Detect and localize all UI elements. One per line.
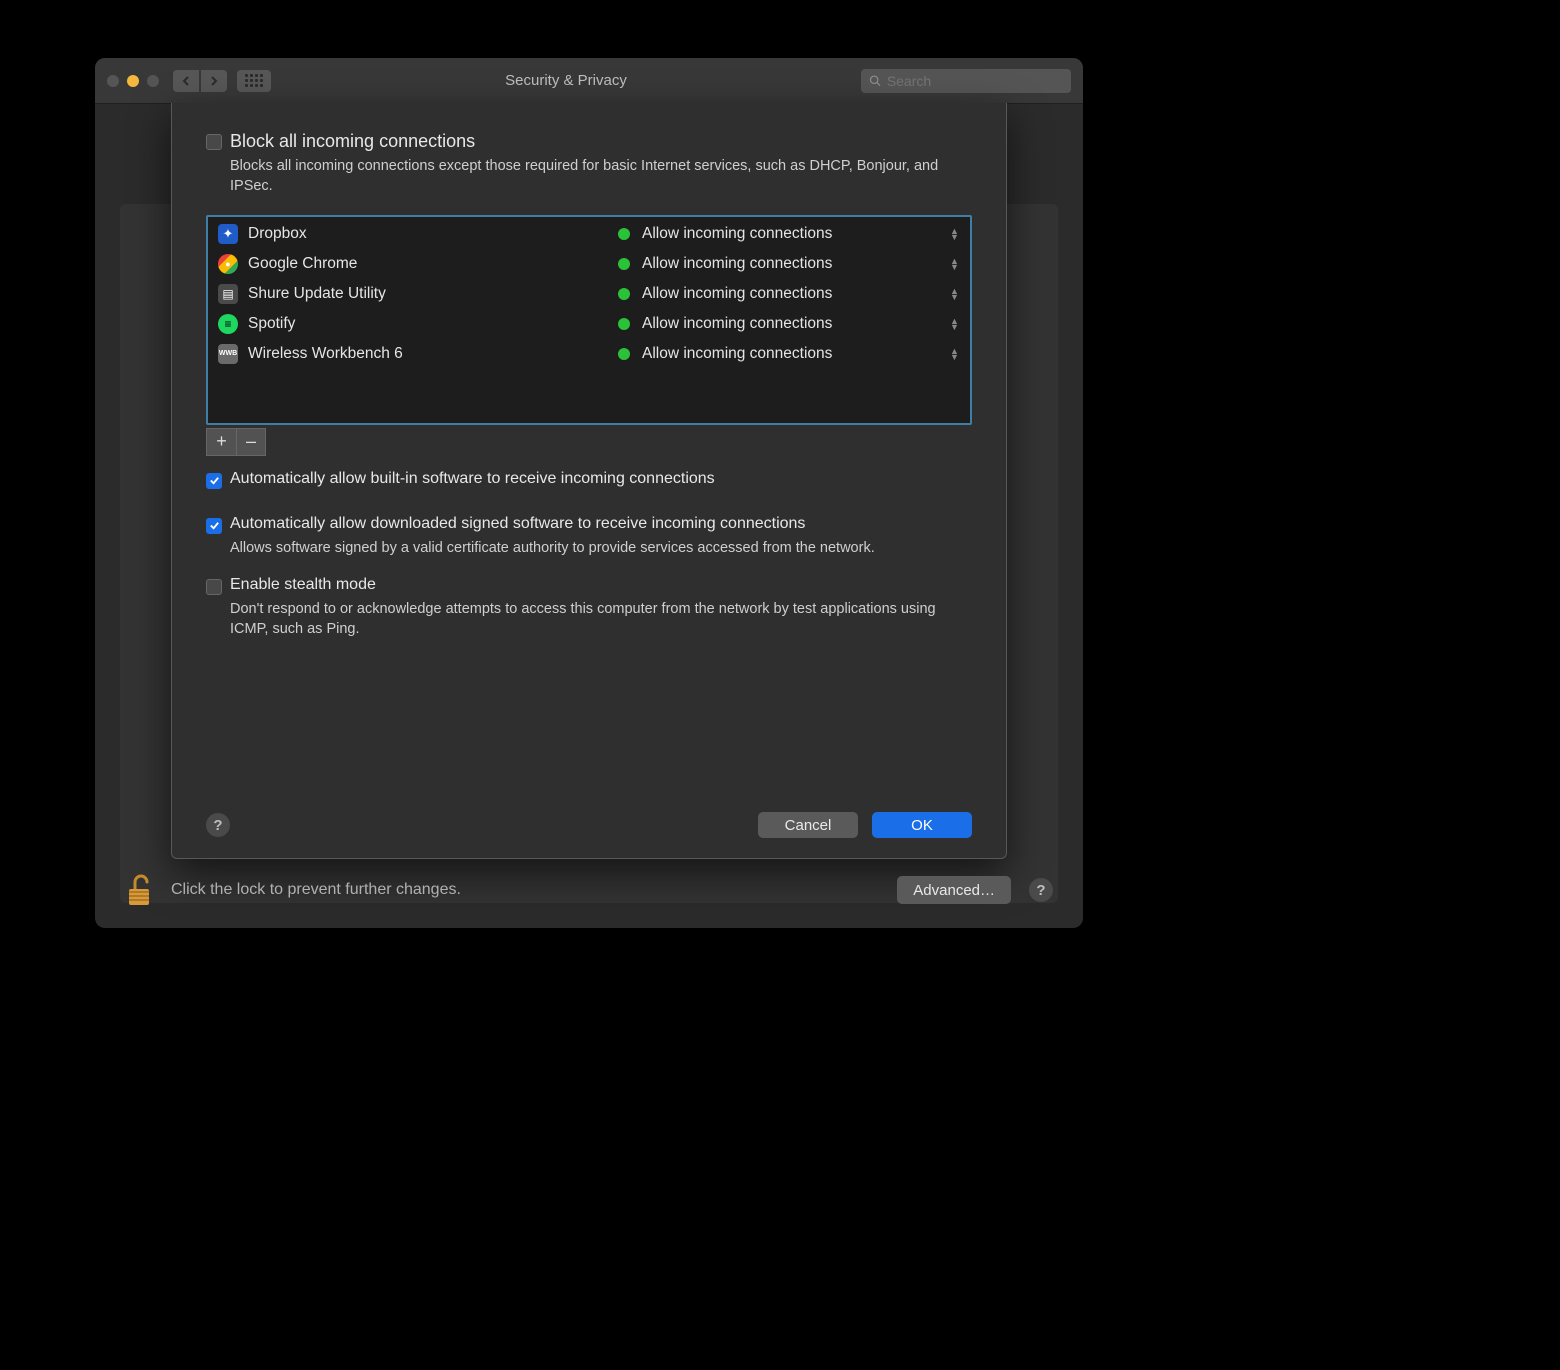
- stealth-label: Enable stealth mode: [230, 576, 376, 594]
- cancel-button[interactable]: Cancel: [758, 812, 858, 838]
- preferences-window: Security & Privacy Block all incoming co…: [95, 58, 1083, 928]
- up-down-icon[interactable]: ▲▼: [950, 348, 960, 360]
- forward-button[interactable]: [201, 70, 227, 92]
- stealth-checkbox[interactable]: [206, 579, 222, 595]
- window-controls: [107, 75, 159, 87]
- app-row[interactable]: WWB Wireless Workbench 6 Allow incoming …: [208, 339, 970, 369]
- add-remove-controls: + –: [206, 428, 972, 456]
- app-row[interactable]: ✦ Dropbox Allow incoming connections ▲▼: [208, 219, 970, 249]
- auto-builtin-option: Automatically allow built-in software to…: [206, 470, 972, 489]
- lock-icon[interactable]: [125, 872, 153, 908]
- status-dot-icon: [618, 228, 630, 240]
- app-status[interactable]: Allow incoming connections: [642, 225, 950, 243]
- app-status[interactable]: Allow incoming connections: [642, 345, 950, 363]
- zoom-dot[interactable]: [147, 75, 159, 87]
- status-dot-icon: [618, 258, 630, 270]
- up-down-icon[interactable]: ▲▼: [950, 228, 960, 240]
- block-all-checkbox[interactable]: [206, 134, 222, 150]
- app-status[interactable]: Allow incoming connections: [642, 315, 950, 333]
- auto-signed-option: Automatically allow downloaded signed so…: [206, 515, 972, 534]
- app-row[interactable]: ● Google Chrome Allow incoming connectio…: [208, 249, 970, 279]
- help-button[interactable]: ?: [206, 813, 230, 837]
- status-dot-icon: [618, 318, 630, 330]
- chevron-right-icon: [209, 76, 219, 86]
- status-dot-icon: [618, 288, 630, 300]
- app-status[interactable]: Allow incoming connections: [642, 285, 950, 303]
- chevron-left-icon: [181, 76, 191, 86]
- window-title: Security & Privacy: [271, 72, 861, 89]
- app-name: Google Chrome: [248, 255, 618, 273]
- show-all-button[interactable]: [237, 70, 271, 92]
- wwb-icon: WWB: [218, 344, 238, 364]
- block-all-label: Block all incoming connections: [230, 131, 475, 152]
- titlebar: Security & Privacy: [95, 58, 1083, 104]
- block-all-description: Blocks all incoming connections except t…: [230, 156, 972, 197]
- check-icon: [209, 475, 220, 486]
- grid-icon: [245, 74, 263, 87]
- app-status[interactable]: Allow incoming connections: [642, 255, 950, 273]
- app-row[interactable]: ▤ Shure Update Utility Allow incoming co…: [208, 279, 970, 309]
- app-name: Shure Update Utility: [248, 285, 618, 303]
- app-name: Wireless Workbench 6: [248, 345, 618, 363]
- shure-icon: ▤: [218, 284, 238, 304]
- sheet-button-row: ? Cancel OK: [206, 812, 972, 838]
- search-icon: [869, 74, 881, 87]
- auto-builtin-label: Automatically allow built-in software to…: [230, 470, 715, 488]
- minimize-dot[interactable]: [127, 75, 139, 87]
- app-name: Dropbox: [248, 225, 618, 243]
- status-dot-icon: [618, 348, 630, 360]
- stealth-description: Don't respond to or acknowledge attempts…: [230, 599, 972, 640]
- up-down-icon[interactable]: ▲▼: [950, 318, 960, 330]
- chrome-icon: ●: [218, 254, 238, 274]
- ok-button[interactable]: OK: [872, 812, 972, 838]
- remove-app-button[interactable]: –: [236, 428, 266, 456]
- up-down-icon[interactable]: ▲▼: [950, 288, 960, 300]
- auto-signed-description: Allows software signed by a valid certif…: [230, 538, 972, 558]
- add-app-button[interactable]: +: [206, 428, 236, 456]
- auto-signed-checkbox[interactable]: [206, 518, 222, 534]
- app-row[interactable]: ≡ Spotify Allow incoming connections ▲▼: [208, 309, 970, 339]
- firewall-options-sheet: Block all incoming connections Blocks al…: [171, 103, 1007, 859]
- dropbox-icon: ✦: [218, 224, 238, 244]
- app-name: Spotify: [248, 315, 618, 333]
- app-list[interactable]: ✦ Dropbox Allow incoming connections ▲▼ …: [206, 215, 972, 425]
- up-down-icon[interactable]: ▲▼: [950, 258, 960, 270]
- close-dot[interactable]: [107, 75, 119, 87]
- search-input[interactable]: [887, 73, 1063, 89]
- footer-help-button[interactable]: ?: [1029, 878, 1053, 902]
- spotify-icon: ≡: [218, 314, 238, 334]
- advanced-button[interactable]: Advanced…: [897, 876, 1011, 904]
- auto-builtin-checkbox[interactable]: [206, 473, 222, 489]
- check-icon: [209, 520, 220, 531]
- content-area: Block all incoming connections Blocks al…: [95, 104, 1083, 928]
- auto-signed-label: Automatically allow downloaded signed so…: [230, 515, 805, 533]
- stealth-option: Enable stealth mode: [206, 576, 972, 595]
- block-all-option: Block all incoming connections: [206, 131, 972, 152]
- back-button[interactable]: [173, 70, 199, 92]
- search-field[interactable]: [861, 69, 1071, 93]
- lock-message: Click the lock to prevent further change…: [171, 881, 879, 899]
- footer-bar: Click the lock to prevent further change…: [125, 872, 1053, 908]
